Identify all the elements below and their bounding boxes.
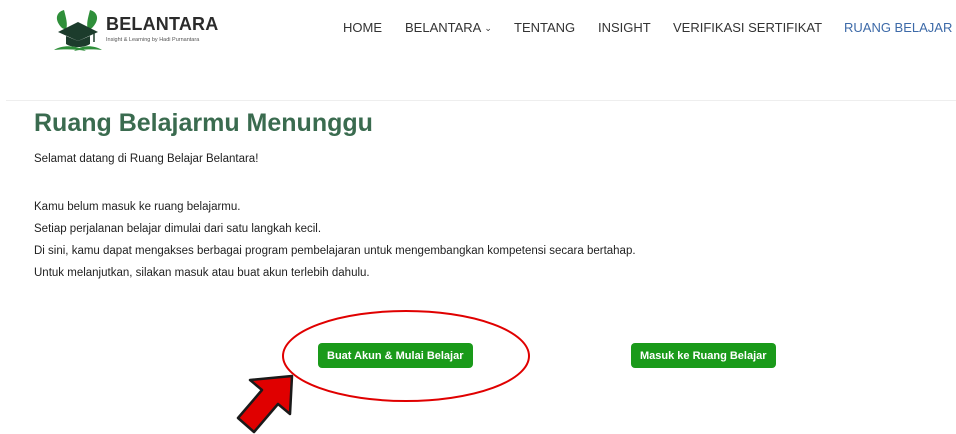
nav-insight-label: INSIGHT (598, 20, 651, 35)
nav-ruang-belajar[interactable]: RUANG BELAJAR (844, 20, 952, 35)
nav-verifikasi-sertifikat[interactable]: VERIFIKASI SERTIFIKAT (673, 20, 822, 35)
highlight-ellipse (282, 310, 530, 402)
nav-tentang-label: TENTANG (514, 20, 576, 35)
nav-home[interactable]: HOME (343, 20, 382, 35)
main-nav: HOME BELANTARA ⌄ TENTANG INSIGHT VERIFIKA… (0, 20, 956, 40)
welcome-text: Selamat datang di Ruang Belajar Belantar… (34, 153, 259, 165)
red-arrow-icon (236, 374, 294, 434)
nav-verifikasi-label: VERIFIKASI SERTIFIKAT (673, 20, 823, 35)
login-button[interactable]: Masuk ke Ruang Belajar (631, 343, 776, 368)
nav-insight[interactable]: INSIGHT (598, 20, 651, 35)
site-header: BELANTARA Insight & Learning by Hadi Pur… (0, 0, 956, 60)
page-title: Ruang Belajarmu Menunggu (34, 109, 373, 137)
info-line-3: Di sini, kamu dapat mengakses berbagai p… (34, 245, 636, 257)
nav-home-label: HOME (343, 20, 382, 35)
nav-ruang-belajar-label: RUANG BELAJAR (844, 20, 953, 35)
header-divider (6, 100, 956, 101)
nav-belantara-label: BELANTARA (405, 20, 482, 35)
info-line-2: Setiap perjalanan belajar dimulai dari s… (34, 223, 322, 235)
chevron-down-icon: ⌄ (484, 23, 492, 33)
nav-belantara[interactable]: BELANTARA ⌄ (405, 20, 492, 35)
info-line-1: Kamu belum masuk ke ruang belajarmu. (34, 201, 241, 213)
nav-tentang[interactable]: TENTANG (514, 20, 575, 35)
info-line-4: Untuk melanjutkan, silakan masuk atau bu… (34, 267, 370, 279)
